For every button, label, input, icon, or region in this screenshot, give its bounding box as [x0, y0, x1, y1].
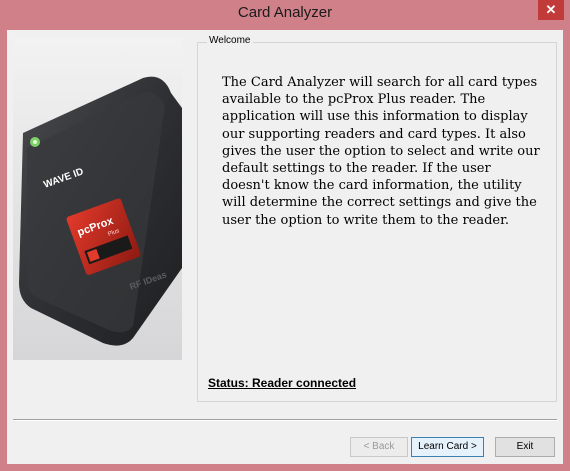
title-bar: Card Analyzer ✕	[0, 0, 570, 30]
welcome-legend: Welcome	[207, 35, 253, 46]
close-button[interactable]: ✕	[538, 0, 564, 20]
exit-button[interactable]: Exit	[495, 437, 555, 457]
status-text: Status: Reader connected	[208, 376, 357, 390]
reader-image: WAVE ID pcProx Plus RF IDeas	[13, 38, 182, 360]
welcome-description: The Card Analyzer will search for all ca…	[222, 75, 540, 228]
divider	[13, 419, 557, 421]
card-analyzer-window: Card Analyzer ✕ WAVE ID pcProx Plus RF I…	[0, 0, 570, 471]
learn-card-button[interactable]: Learn Card >	[411, 437, 484, 457]
window-title: Card Analyzer	[237, 4, 333, 21]
wizard-client-area: WAVE ID pcProx Plus RF IDeas Welcome The…	[7, 30, 563, 464]
back-button[interactable]: < Back	[350, 437, 408, 457]
welcome-group: Welcome The Card Analyzer will search fo…	[197, 35, 557, 402]
